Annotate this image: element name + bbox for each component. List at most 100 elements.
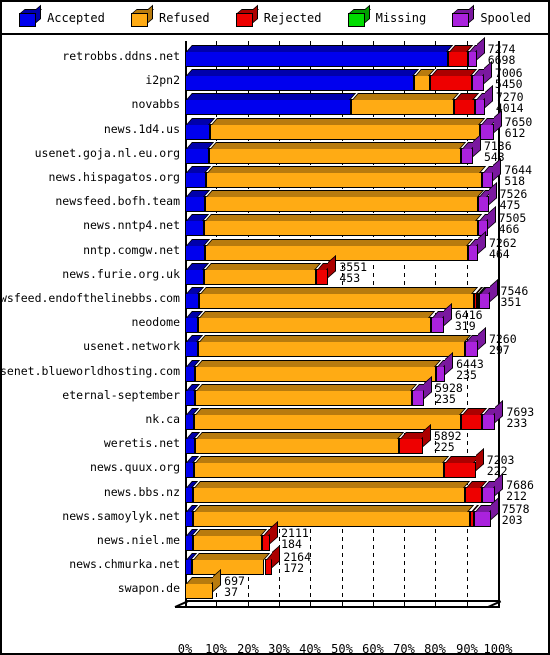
bar-segment-accepted <box>185 553 197 576</box>
table-row: news.furie.org.uk 3551 453 <box>2 254 548 287</box>
x-tick-label: 70% <box>393 642 415 655</box>
row-secondary-value: 172 <box>283 561 305 576</box>
cube-icon <box>130 4 154 27</box>
table-row: news.1d4.us 7650 612 <box>2 109 548 142</box>
row-value-labels: 3551 453 <box>339 261 367 285</box>
row-secondary-value: 297 <box>488 343 510 358</box>
table-row: news.bbs.nz 7686 212 <box>2 472 548 505</box>
x-tick-40% <box>310 601 311 606</box>
bar-segment-spooled <box>430 311 449 334</box>
row-label: newsfeed.bofh.team <box>55 194 180 209</box>
x-tick-100% <box>498 601 499 606</box>
bar-segment-accepted <box>185 287 205 309</box>
row-secondary-value: 225 <box>433 440 455 455</box>
bar-segment-rejected <box>465 480 487 503</box>
bar-segment-accepted <box>185 93 356 116</box>
plot-area: retrobbs.ddns.net 7274 6698 i2pn2 7006 5450 no… <box>2 35 548 653</box>
x-tick-80% <box>435 601 436 606</box>
bar-segment-top-face <box>200 287 479 294</box>
row-secondary-value: 475 <box>499 198 521 213</box>
bar-segment-accepted <box>185 456 200 479</box>
bar-segment-refused <box>192 529 268 551</box>
bar-segment-rejected <box>444 456 481 479</box>
bar-segment-accepted <box>185 117 216 140</box>
row-value-labels: 7546 351 <box>501 285 529 308</box>
row-secondary-value: 37 <box>224 585 239 600</box>
x-tick-50% <box>342 601 343 606</box>
row-label: news.samoylyk.net <box>62 508 180 523</box>
x-tick-label: 20% <box>237 642 259 655</box>
row-label: neodome <box>131 315 180 330</box>
row-label: newsfeed.endofthelinebbs.com <box>0 291 180 305</box>
legend-item-refused: Refused <box>130 4 210 27</box>
bar-segment-spooled <box>478 287 495 309</box>
row-label: news.bbs.nz <box>103 484 180 499</box>
table-row: usenet.blueworldhosting.com 6443 235 <box>2 351 548 384</box>
bar-segment-top-face <box>209 141 467 149</box>
bar-segment-top-face <box>198 335 471 343</box>
table-row: news.nntp4.net 7505 466 <box>2 206 548 238</box>
bar-segment-rejected <box>461 408 488 430</box>
row-secondary-value: 235 <box>435 391 456 406</box>
row-secondary-value: 184 <box>281 537 302 551</box>
bar-segment-top-face <box>194 480 471 488</box>
x-tick-label: 50% <box>331 642 353 655</box>
table-row: swapon.de 697 37 <box>2 569 548 601</box>
row-label: news.hispagatos.org <box>48 170 180 184</box>
x-axis-baseline <box>175 606 500 608</box>
bar-segment-top-face <box>205 262 322 270</box>
x-tick-label: 90% <box>456 642 478 655</box>
x-tick-30% <box>279 601 280 606</box>
legend-item-accepted: Accepted <box>19 4 105 27</box>
bar-segment-top-face <box>186 93 356 101</box>
x-tick-label: 80% <box>424 642 446 655</box>
row-value-labels: 6443 235 <box>456 358 484 381</box>
table-row: newsfeed.endofthelinebbs.com 7546 351 <box>0 279 548 311</box>
table-row: nk.ca 7693 233 <box>2 400 548 432</box>
table-row: nntp.comgw.net 7262 464 <box>2 230 548 263</box>
bar-segment-spooled <box>472 69 489 92</box>
bar-segment-accepted <box>185 69 420 92</box>
bar-segment-refused <box>193 504 475 527</box>
x-tick-70% <box>404 601 405 606</box>
legend-label: Refused <box>158 10 210 25</box>
row-secondary-value: 453 <box>339 270 361 285</box>
row-value-labels: 7262 464 <box>489 237 517 260</box>
table-row: news.quux.org 7203 222 <box>2 448 548 480</box>
legend-item-missing: Missing <box>347 4 426 27</box>
bar-segment-accepted <box>185 335 203 358</box>
x-tick-label: 60% <box>362 642 384 655</box>
bar-segment-top-face <box>194 504 475 512</box>
row-label: retrobbs.ddns.net <box>62 49 180 63</box>
x-tick-60% <box>373 601 374 606</box>
bar-segment-rejected <box>454 93 480 116</box>
legend-label: Spooled <box>480 10 531 25</box>
bar-segment-accepted <box>185 190 210 213</box>
row-label: news.niel.me <box>96 533 180 547</box>
bar-segment-spooled <box>467 238 484 261</box>
bar-end-face <box>476 37 485 60</box>
row-secondary-value: 212 <box>506 488 527 503</box>
bar-segment-top-face <box>211 117 486 125</box>
chart-legend: Accepted Refused Rejected Missing Spooled <box>2 2 548 35</box>
row-secondary-value: 203 <box>501 512 523 527</box>
row-value-labels: 697 37 <box>224 576 245 600</box>
bar-segment-refused <box>204 214 483 237</box>
bar-segment-accepted <box>185 529 198 551</box>
row-value-labels: 7526 475 <box>499 188 528 213</box>
bar-segment-top-face <box>207 166 487 173</box>
row-label: weretis.net <box>103 436 180 451</box>
bar-segment-refused <box>204 262 322 285</box>
bar-segment-refused <box>195 383 417 406</box>
bar-segment-spooled <box>435 359 451 382</box>
table-row: usenet.goja.nl.eu.org 7136 543 <box>2 133 548 166</box>
bar-segment-accepted <box>185 311 204 334</box>
bar-segment-spooled <box>461 141 479 164</box>
x-tick-label: 40% <box>299 642 321 655</box>
bar-segment-accepted <box>185 359 201 382</box>
table-row: news.chmurka.net 2164 172 <box>2 545 548 577</box>
bar-segment-spooled <box>482 408 501 430</box>
row-secondary-value: 518 <box>504 174 526 188</box>
bar-segment-top-face <box>186 69 420 77</box>
cube-icon <box>235 4 259 27</box>
